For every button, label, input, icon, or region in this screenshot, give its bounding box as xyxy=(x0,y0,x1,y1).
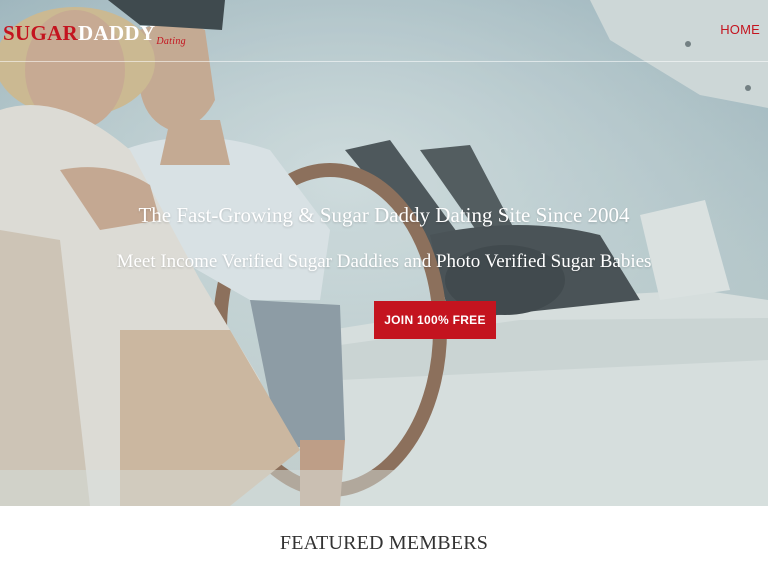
featured-members-heading: FEATURED MEMBERS xyxy=(279,532,489,554)
join-free-button[interactable]: JOIN 100% FREE xyxy=(374,301,496,339)
hero-section: SUGARDADDYDating HOME The Fast-Growing &… xyxy=(0,0,768,506)
logo-daddy-text: DADDY xyxy=(78,21,156,45)
logo-dating-text: Dating xyxy=(156,36,186,47)
hero-subheadline: Meet Income Verified Sugar Daddies and P… xyxy=(116,251,652,272)
hero-headline: The Fast-Growing & Sugar Daddy Dating Si… xyxy=(138,203,630,227)
logo-sugar-text: SUGAR xyxy=(3,21,79,45)
site-logo[interactable]: SUGARDADDYDating xyxy=(3,20,186,47)
nav-home-link[interactable]: HOME xyxy=(720,22,760,37)
site-header: SUGARDADDYDating HOME xyxy=(0,0,768,62)
